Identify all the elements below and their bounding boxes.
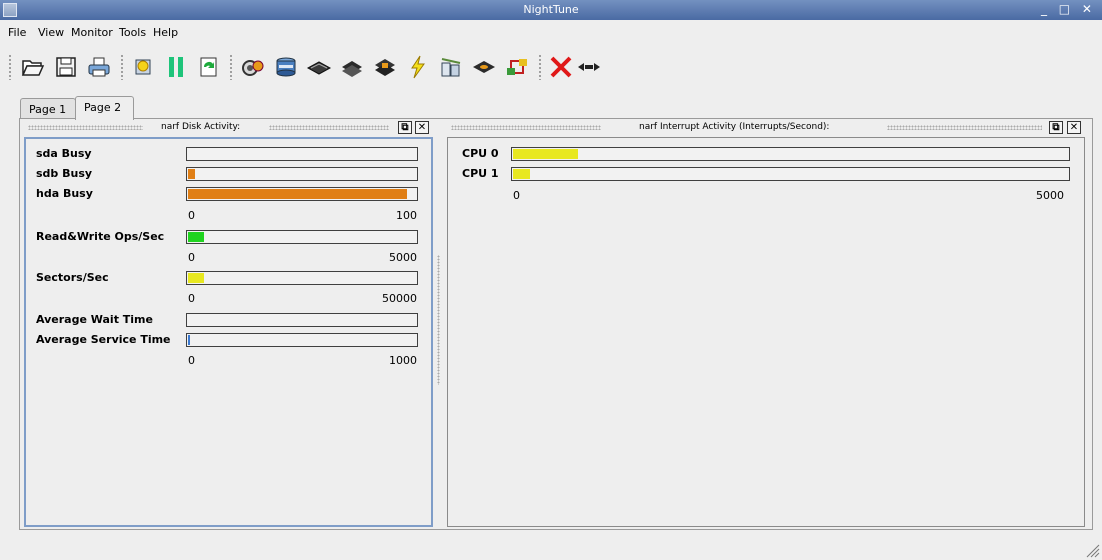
save-icon[interactable] xyxy=(53,55,79,79)
bar-fill xyxy=(188,273,204,283)
expand-icon[interactable] xyxy=(576,55,602,79)
menu-view[interactable]: View xyxy=(38,26,64,39)
rw-scale-min: 0 xyxy=(188,251,195,264)
avg-wait-label: Average Wait Time xyxy=(36,313,153,326)
cpu0-label: CPU 0 xyxy=(462,147,499,160)
network-panel-icon[interactable] xyxy=(504,55,530,79)
sectors-scale-max: 50000 xyxy=(382,292,417,305)
bar-fill xyxy=(513,149,578,159)
menu-file[interactable]: File xyxy=(8,26,26,39)
tab-label: Page 2 xyxy=(84,101,122,114)
time-scale-max: 1000 xyxy=(389,354,417,367)
bar-fill xyxy=(188,189,407,199)
irq-panel-title: narf Interrupt Activity (Interrupts/Seco… xyxy=(639,122,830,132)
close-icon[interactable] xyxy=(548,55,574,79)
disk-icon[interactable] xyxy=(273,55,299,79)
bar-fill xyxy=(513,169,530,179)
panel-grip[interactable] xyxy=(451,125,601,130)
interrupt-activity-panel xyxy=(447,137,1085,527)
device-icon[interactable] xyxy=(471,55,497,79)
toolbar-handle[interactable] xyxy=(8,54,12,80)
avg-service-bar xyxy=(186,333,418,347)
irq-panel-header[interactable]: narf Interrupt Activity (Interrupts/Seco… xyxy=(447,121,1085,135)
processor-icon[interactable] xyxy=(339,55,365,79)
avg-service-label: Average Service Time xyxy=(36,333,171,346)
bar-fill xyxy=(188,232,204,242)
irq-scale-max: 5000 xyxy=(1036,189,1064,202)
avg-wait-bar xyxy=(186,313,418,327)
busy-scale-min: 0 xyxy=(188,209,195,222)
cpu-settings-icon[interactable] xyxy=(240,55,266,79)
cpu1-bar xyxy=(511,167,1070,181)
toolbar-separator xyxy=(229,54,233,80)
busy-scale-max: 100 xyxy=(396,209,417,222)
sda-busy-label: sda Busy xyxy=(36,147,92,160)
refresh-icon[interactable] xyxy=(196,55,222,79)
float-panel-button[interactable]: ⧉ xyxy=(1049,121,1063,134)
toolbar xyxy=(0,44,1102,90)
hda-busy-label: hda Busy xyxy=(36,187,93,200)
time-scale-min: 0 xyxy=(188,354,195,367)
disk-panel-header[interactable]: narf Disk Activity: ⧉ ✕ xyxy=(24,121,433,135)
rw-ops-label: Read&Write Ops/Sec xyxy=(36,230,165,243)
sda-busy-bar xyxy=(186,147,418,161)
bar-fill xyxy=(188,335,190,345)
menu-help[interactable]: Help xyxy=(153,26,178,39)
panel-grip[interactable] xyxy=(269,125,389,130)
cpu1-label: CPU 1 xyxy=(462,167,499,180)
memory-icon[interactable] xyxy=(306,55,332,79)
sdb-busy-label: sdb Busy xyxy=(36,167,93,180)
rw-scale-max: 5000 xyxy=(389,251,417,264)
title-bar[interactable]: NightTune _ □ ✕ xyxy=(0,0,1102,20)
tab-page-2[interactable]: Page 2 xyxy=(75,96,134,120)
cpu0-bar xyxy=(511,147,1070,161)
chip-icon[interactable] xyxy=(372,55,398,79)
interrupt-icon[interactable] xyxy=(405,55,431,79)
toolbar-separator xyxy=(538,54,542,80)
menu-monitor[interactable]: Monitor xyxy=(71,26,113,39)
panel-grip[interactable] xyxy=(28,125,143,130)
tab-page-1[interactable]: Page 1 xyxy=(20,98,76,119)
close-panel-button[interactable]: ✕ xyxy=(1067,121,1081,134)
new-panel-icon[interactable] xyxy=(130,55,156,79)
panel-grip[interactable] xyxy=(887,125,1042,130)
sectors-scale-min: 0 xyxy=(188,292,195,305)
disk-panel-title: narf Disk Activity: xyxy=(161,122,241,132)
menu-tools[interactable]: Tools xyxy=(119,26,146,39)
window-controls[interactable]: _ □ ✕ xyxy=(1041,2,1096,16)
rw-ops-bar xyxy=(186,230,418,244)
menu-bar: File View Monitor Tools Help xyxy=(0,20,1102,44)
network-icon[interactable] xyxy=(438,55,464,79)
close-panel-button[interactable]: ✕ xyxy=(415,121,429,134)
panel-splitter[interactable] xyxy=(437,255,440,385)
resize-grip-icon[interactable] xyxy=(1084,542,1100,558)
pause-icon[interactable] xyxy=(163,55,189,79)
float-panel-button[interactable]: ⧉ xyxy=(398,121,412,134)
sectors-bar xyxy=(186,271,418,285)
open-icon[interactable] xyxy=(20,55,46,79)
sectors-label: Sectors/Sec xyxy=(36,271,109,284)
tab-label: Page 1 xyxy=(29,103,67,116)
window-title: NightTune xyxy=(523,3,579,16)
sdb-busy-bar xyxy=(186,167,418,181)
print-icon[interactable] xyxy=(86,55,112,79)
bar-fill xyxy=(188,169,195,179)
toolbar-separator xyxy=(120,54,124,80)
irq-scale-min: 0 xyxy=(513,189,520,202)
hda-busy-bar xyxy=(186,187,418,201)
